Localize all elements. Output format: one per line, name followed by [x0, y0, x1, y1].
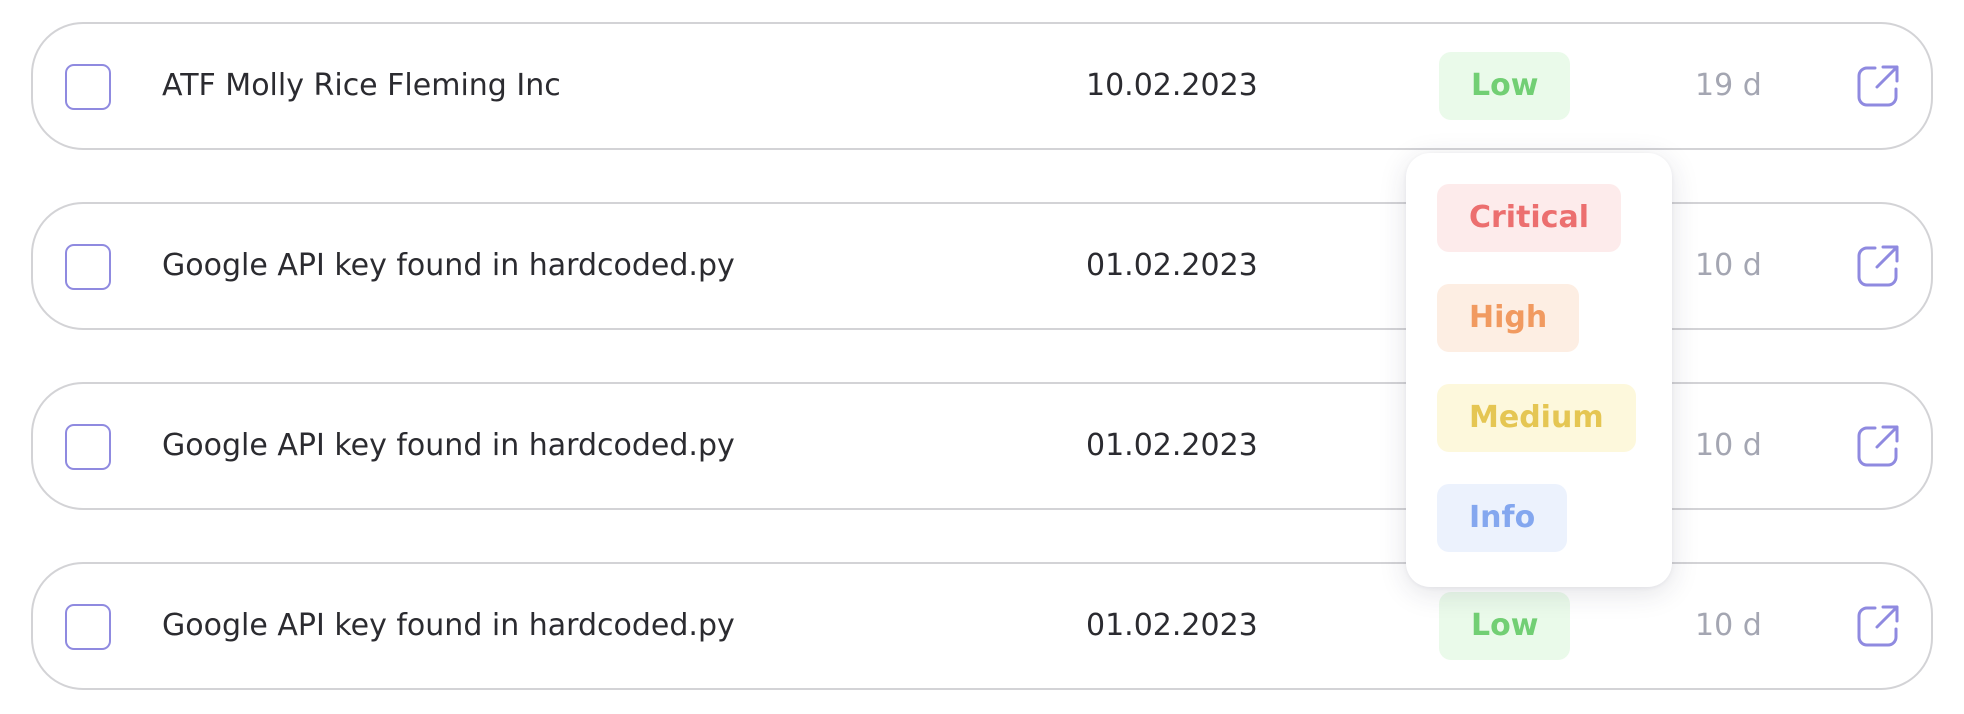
row-checkbox[interactable]: [65, 64, 111, 110]
finding-date: 01.02.2023: [1086, 248, 1258, 283]
finding-title[interactable]: Google API key found in hardcoded.py: [162, 564, 735, 688]
severity-option-medium[interactable]: Medium: [1437, 384, 1636, 452]
severity-option-high[interactable]: High: [1437, 284, 1580, 352]
finding-age: 19 d: [1695, 68, 1762, 103]
finding-date: 10.02.2023: [1086, 68, 1258, 103]
severity-option-info[interactable]: Info: [1437, 484, 1568, 552]
severity-badge-low[interactable]: Low: [1439, 592, 1571, 660]
finding-title[interactable]: Google API key found in hardcoded.py: [162, 384, 735, 508]
table-row[interactable]: ATF Molly Rice Fleming Inc 10.02.2023 Lo…: [31, 22, 1933, 150]
severity-badge-low[interactable]: Low: [1439, 52, 1571, 120]
finding-title[interactable]: Google API key found in hardcoded.py: [162, 204, 735, 328]
severity-option-critical[interactable]: Critical: [1437, 184, 1622, 252]
finding-title[interactable]: ATF Molly Rice Fleming Inc: [162, 24, 561, 148]
severity-dropdown-menu: Critical High Medium Info: [1406, 153, 1672, 587]
external-link-icon[interactable]: [1855, 243, 1901, 289]
findings-list: ATF Molly Rice Fleming Inc 10.02.2023 Lo…: [0, 0, 1964, 714]
finding-age: 10 d: [1695, 428, 1762, 463]
external-link-icon[interactable]: [1855, 603, 1901, 649]
finding-age: 10 d: [1695, 608, 1762, 643]
row-checkbox[interactable]: [65, 244, 111, 290]
finding-date: 01.02.2023: [1086, 608, 1258, 643]
finding-date: 01.02.2023: [1086, 428, 1258, 463]
external-link-icon[interactable]: [1855, 63, 1901, 109]
external-link-icon[interactable]: [1855, 423, 1901, 469]
row-checkbox[interactable]: [65, 604, 111, 650]
finding-age: 10 d: [1695, 248, 1762, 283]
row-checkbox[interactable]: [65, 424, 111, 470]
